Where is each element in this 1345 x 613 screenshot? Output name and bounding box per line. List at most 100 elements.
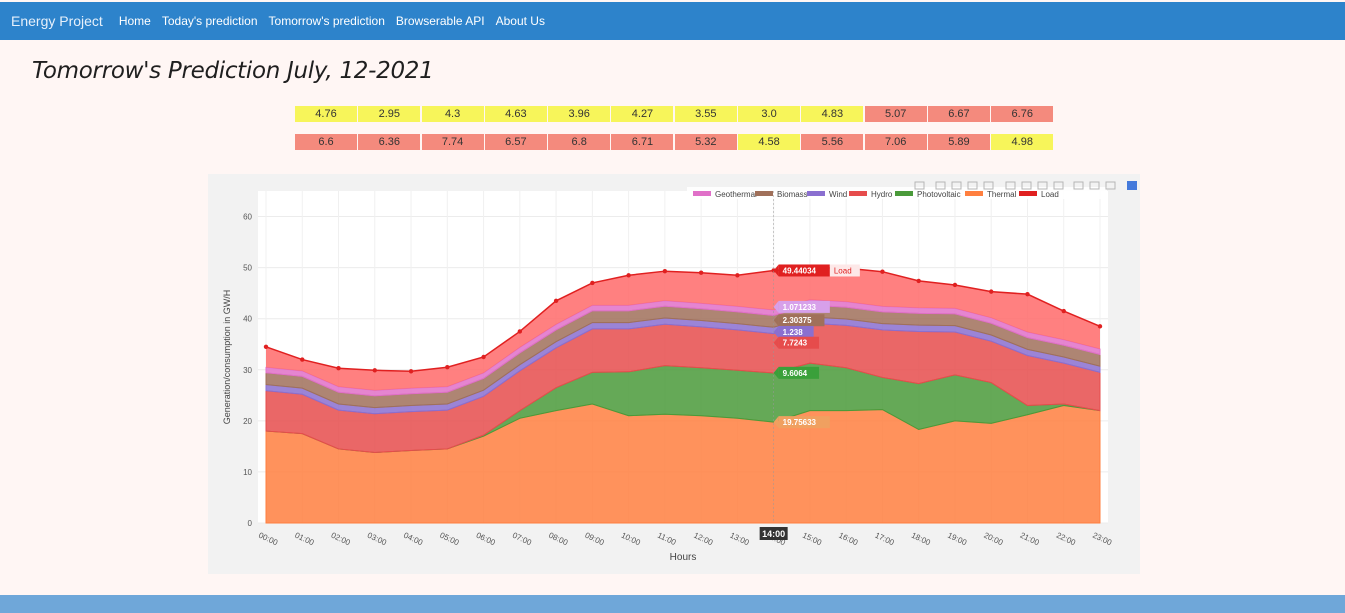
generation-chart[interactable]: 0 10 20 30 40 50 60 00:00 01:00 02:00 03:00 04:00 05… <box>208 174 1140 574</box>
x-tick-label: 09:00 <box>584 531 606 548</box>
price-cell: 6.57 <box>484 134 547 150</box>
x-tick-label: 07:00 <box>511 531 533 548</box>
x-tick-label: 01:00 <box>293 531 315 548</box>
load-point <box>481 354 486 360</box>
price-cell: 3.96 <box>548 106 611 122</box>
price-cell: 5.07 <box>864 106 927 122</box>
y-tick-label: 30 <box>243 366 252 375</box>
price-cell: 4.63 <box>484 106 547 122</box>
legend-swatch-hydro <box>849 191 867 196</box>
x-tick-label: 04:00 <box>402 531 424 548</box>
price-cell: 6.6 <box>295 134 357 150</box>
price-cell: 5.89 <box>927 134 990 150</box>
load-point <box>735 273 740 278</box>
load-point <box>662 268 668 274</box>
load-point <box>336 366 341 371</box>
x-tick-label: 05:00 <box>438 531 460 548</box>
price-cell: 4.3 <box>421 106 484 122</box>
x-tick-label: 00:00 <box>257 531 279 548</box>
legend-label-geothermal: Geothermal <box>715 190 757 199</box>
load-point <box>626 273 631 278</box>
hover-label-series: Load <box>834 266 852 275</box>
y-tick-label: 20 <box>243 417 252 426</box>
nav-todays-prediction[interactable]: Today's prediction <box>162 14 258 28</box>
price-row-1: 4.76 2.95 4.3 4.63 3.96 4.27 3.55 3.0 4.83 5.07 6.… <box>295 106 1055 122</box>
x-tick-label: 11:00 <box>656 531 678 548</box>
price-cell: 3.0 <box>738 106 801 122</box>
legend-swatch-biomass <box>755 191 773 196</box>
hover-label-value: 1.071233 <box>783 303 817 312</box>
x-tick-label: 06:00 <box>475 531 497 548</box>
load-point <box>1061 308 1066 314</box>
page-title: Tomorrow's Prediction July, 12-2021 <box>32 58 434 84</box>
load-point <box>989 289 994 294</box>
load-point <box>916 278 921 284</box>
x-tick-label: 21:00 <box>1019 531 1041 548</box>
price-cell: 4.98 <box>991 134 1054 150</box>
x-tick-label: 20:00 <box>982 531 1004 548</box>
x-tick-label: 23:00 <box>1091 531 1113 548</box>
price-cell: 3.55 <box>674 106 737 122</box>
x-tick-label: 19:00 <box>946 531 968 548</box>
hover-label-value: 49.44034 <box>783 266 817 275</box>
load-point <box>445 365 450 370</box>
legend-swatch-thermal <box>965 191 983 196</box>
load-point <box>372 368 377 373</box>
load-point <box>1097 324 1103 329</box>
price-cell: 6.71 <box>611 134 674 150</box>
legend-label-wind: Wind <box>829 190 847 199</box>
load-point <box>698 270 704 275</box>
price-cell: 2.95 <box>358 106 421 122</box>
x-tick-label: 12:00 <box>692 531 714 548</box>
x-axis-title: Hours <box>670 552 697 563</box>
price-cell: 5.56 <box>801 134 864 150</box>
load-point <box>553 298 559 304</box>
x-tick-label: 08:00 <box>547 531 569 548</box>
x-hover-label: 14:00 <box>762 529 785 539</box>
nav-about-us[interactable]: About Us <box>496 14 545 28</box>
nav-browserable-api[interactable]: Browserable API <box>396 14 485 28</box>
legend-swatch-geothermal <box>693 191 711 196</box>
legend-label-biomass: Biomass <box>777 190 808 199</box>
load-point <box>952 282 958 288</box>
y-tick-label: 0 <box>248 519 253 528</box>
load-point <box>1025 291 1030 297</box>
nav-home[interactable]: Home <box>119 14 151 28</box>
chart-panel: 0 10 20 30 40 50 60 00:00 01:00 02:00 03:00 04:00 05… <box>208 174 1140 574</box>
price-cell: 4.58 <box>738 134 801 150</box>
legend-label-photovoltaic: Photovoltaic <box>917 190 961 199</box>
x-tick-label: 02:00 <box>330 531 352 548</box>
price-cell: 7.74 <box>421 134 484 150</box>
hover-label-value: 9.6064 <box>783 369 808 378</box>
load-point <box>517 329 523 334</box>
x-tick-label: 15:00 <box>801 531 823 548</box>
y-tick-label: 50 <box>243 264 252 273</box>
hover-label-value: 2.30375 <box>783 316 812 325</box>
y-tick-label: 40 <box>243 315 252 324</box>
legend-label-load: Load <box>1041 190 1059 199</box>
hover-label-value: 19.75633 <box>783 418 817 427</box>
hover-label-value: 7.7243 <box>783 339 808 348</box>
load-point <box>300 357 305 362</box>
x-tick-label: 13:00 <box>729 531 751 548</box>
load-point <box>880 269 885 274</box>
load-point <box>408 369 414 374</box>
y-axis-title: Generation/consumption in GW/H <box>222 290 232 425</box>
price-cell: 6.67 <box>927 106 990 122</box>
price-row-2: 6.6 6.36 7.74 6.57 6.8 6.71 5.32 4.58 5.56 7.06 5.… <box>295 134 1055 150</box>
x-tick-label: 18:00 <box>910 531 932 548</box>
price-cell: 6.36 <box>358 134 421 150</box>
price-cell: 5.32 <box>674 134 737 150</box>
x-tick-label: 22:00 <box>1055 531 1077 548</box>
nav-tomorrows-prediction[interactable]: Tomorrow's prediction <box>269 14 385 28</box>
x-tick-label: 17:00 <box>874 531 896 548</box>
x-tick-label: 16:00 <box>837 531 859 548</box>
plotly-logo-icon[interactable] <box>1127 181 1137 190</box>
hover-compare-icon[interactable] <box>1105 181 1116 190</box>
price-cell: 6.76 <box>991 106 1054 122</box>
price-cell: 4.83 <box>801 106 864 122</box>
legend-swatch-load <box>1019 191 1037 196</box>
load-point <box>590 280 595 286</box>
brand-logo[interactable]: Energy Project <box>11 13 103 29</box>
legend-swatch-wind <box>807 191 825 196</box>
